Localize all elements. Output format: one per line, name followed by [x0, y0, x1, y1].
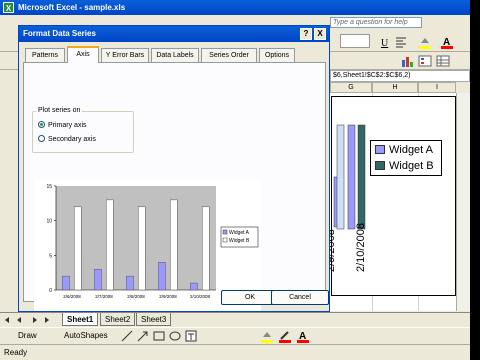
secondary-axis-radio[interactable]: Secondary axis: [38, 135, 96, 143]
oval-icon[interactable]: [168, 329, 182, 343]
bar: [105, 199, 114, 291]
svg-text:U: U: [381, 38, 389, 49]
drawing-toolbar: Draw AutoShapes A: [0, 327, 470, 343]
underline-icon[interactable]: U: [378, 35, 392, 49]
radio-dot: [38, 121, 45, 128]
primary-axis-label: Primary axis: [48, 122, 87, 129]
tab-y-error-bars[interactable]: Y Error Bars: [101, 48, 149, 62]
status-text: Ready: [4, 348, 28, 357]
bar: [62, 275, 70, 291]
chart-type-icon[interactable]: [400, 54, 414, 68]
title-bar: X Microsoft Excel - sample.xls: [0, 0, 470, 15]
secondary-axis-label: Secondary axis: [48, 136, 96, 143]
bar: [126, 275, 134, 291]
legend-label: Widget A: [229, 230, 250, 236]
tab-series-order[interactable]: Series Order: [201, 48, 257, 62]
axis-tab-panel: Plot series on Primary axis Secondary ax…: [23, 62, 326, 311]
legend-swatch: [222, 237, 228, 243]
dialog-title-text: Format Data Series: [23, 29, 96, 38]
plot-series-groupbox: [32, 111, 134, 153]
excel-icon: X: [3, 2, 14, 13]
vertical-scrollbar[interactable]: [456, 93, 470, 311]
tab-axis[interactable]: Axis: [67, 46, 99, 63]
formula-bar[interactable]: $6,Sheet1!$C$2:$C$6,2): [330, 70, 470, 82]
help-search-input[interactable]: Type a question for help: [330, 17, 422, 28]
column-header[interactable]: G: [330, 82, 372, 93]
line-icon[interactable]: [120, 329, 134, 343]
x-tick-label: 2/10/2008: [190, 294, 211, 299]
align-icon[interactable]: [394, 35, 408, 49]
y-tick-label: 0: [49, 288, 52, 294]
column-header[interactable]: H: [372, 82, 418, 93]
fill-color-icon[interactable]: [260, 329, 274, 343]
dialog-title: Format Data Series: [19, 26, 329, 42]
y-tick-label: 5: [49, 253, 52, 259]
x-tick-label: 2/6/2008: [63, 294, 81, 299]
x-tick-label: 2/8/2008: [127, 294, 145, 299]
rectangle-icon[interactable]: [152, 329, 166, 343]
close-button[interactable]: X: [314, 28, 326, 40]
textbox-icon[interactable]: [184, 329, 198, 343]
format-data-series-dialog: Format Data Series ? X Patterns Axis Y E…: [18, 25, 330, 312]
legend-swatch: [222, 229, 228, 235]
radio-dot: [38, 135, 45, 142]
bar: [137, 206, 146, 291]
column-header[interactable]: I: [418, 82, 456, 93]
sheet-tab[interactable]: Sheet1: [62, 313, 99, 326]
plot-series-label: Plot series on: [36, 107, 83, 114]
window-title: Microsoft Excel - sample.xls: [18, 3, 126, 12]
tab-patterns[interactable]: Patterns: [25, 48, 65, 62]
autoshapes-menu[interactable]: AutoShapes: [64, 331, 108, 340]
legend-label: Widget B: [389, 160, 434, 172]
line-color-icon[interactable]: [278, 329, 292, 343]
bar: [190, 282, 198, 291]
status-bar: Ready: [0, 344, 470, 360]
legend-entry: Widget A: [375, 144, 433, 158]
legend-entry: Widget B: [375, 160, 434, 174]
tab-data-labels[interactable]: Data Labels: [151, 48, 199, 62]
primary-axis-radio[interactable]: Primary axis: [38, 121, 87, 129]
help-button[interactable]: ?: [300, 28, 312, 40]
bar: [169, 199, 178, 291]
x-tick-label: 2/7/2008: [95, 294, 113, 299]
font-color-icon[interactable]: A: [296, 329, 310, 343]
legend-swatch: [375, 145, 385, 154]
legend-label: Widget B: [229, 238, 250, 244]
sheet-tabs-bar: Sheet1 Sheet2 Sheet3: [0, 312, 470, 326]
bar: [201, 206, 210, 291]
excel-window: X Microsoft Excel - sample.xls Type a qu…: [0, 0, 470, 360]
fill-color-icon[interactable]: [418, 35, 432, 49]
sheet-tab[interactable]: Sheet3: [136, 313, 172, 326]
font-size-box[interactable]: [340, 34, 370, 48]
x-tick-label: 2/9/2008: [159, 294, 177, 299]
arrow-icon[interactable]: [136, 329, 150, 343]
date-label: 2/10/2008: [355, 223, 367, 272]
cancel-button[interactable]: Cancel: [271, 290, 329, 305]
data-table-icon[interactable]: [436, 54, 450, 68]
legend-label: Widget A: [389, 144, 434, 156]
tab-options[interactable]: Options: [259, 48, 295, 62]
bar: [73, 206, 82, 291]
bar: [158, 262, 166, 291]
y-tick-label: 10: [46, 219, 52, 225]
sheet-chart-legend[interactable]: Widget A Widget B: [370, 140, 442, 176]
legend-icon[interactable]: [418, 54, 432, 68]
sheet-tab[interactable]: Sheet2: [100, 313, 136, 326]
legend-swatch: [375, 161, 385, 170]
font-color-icon[interactable]: A: [440, 35, 454, 49]
draw-menu[interactable]: Draw: [18, 331, 37, 340]
y-tick-label: 15: [46, 184, 52, 190]
tab-scroll-buttons[interactable]: [2, 315, 60, 325]
bar: [94, 268, 102, 291]
